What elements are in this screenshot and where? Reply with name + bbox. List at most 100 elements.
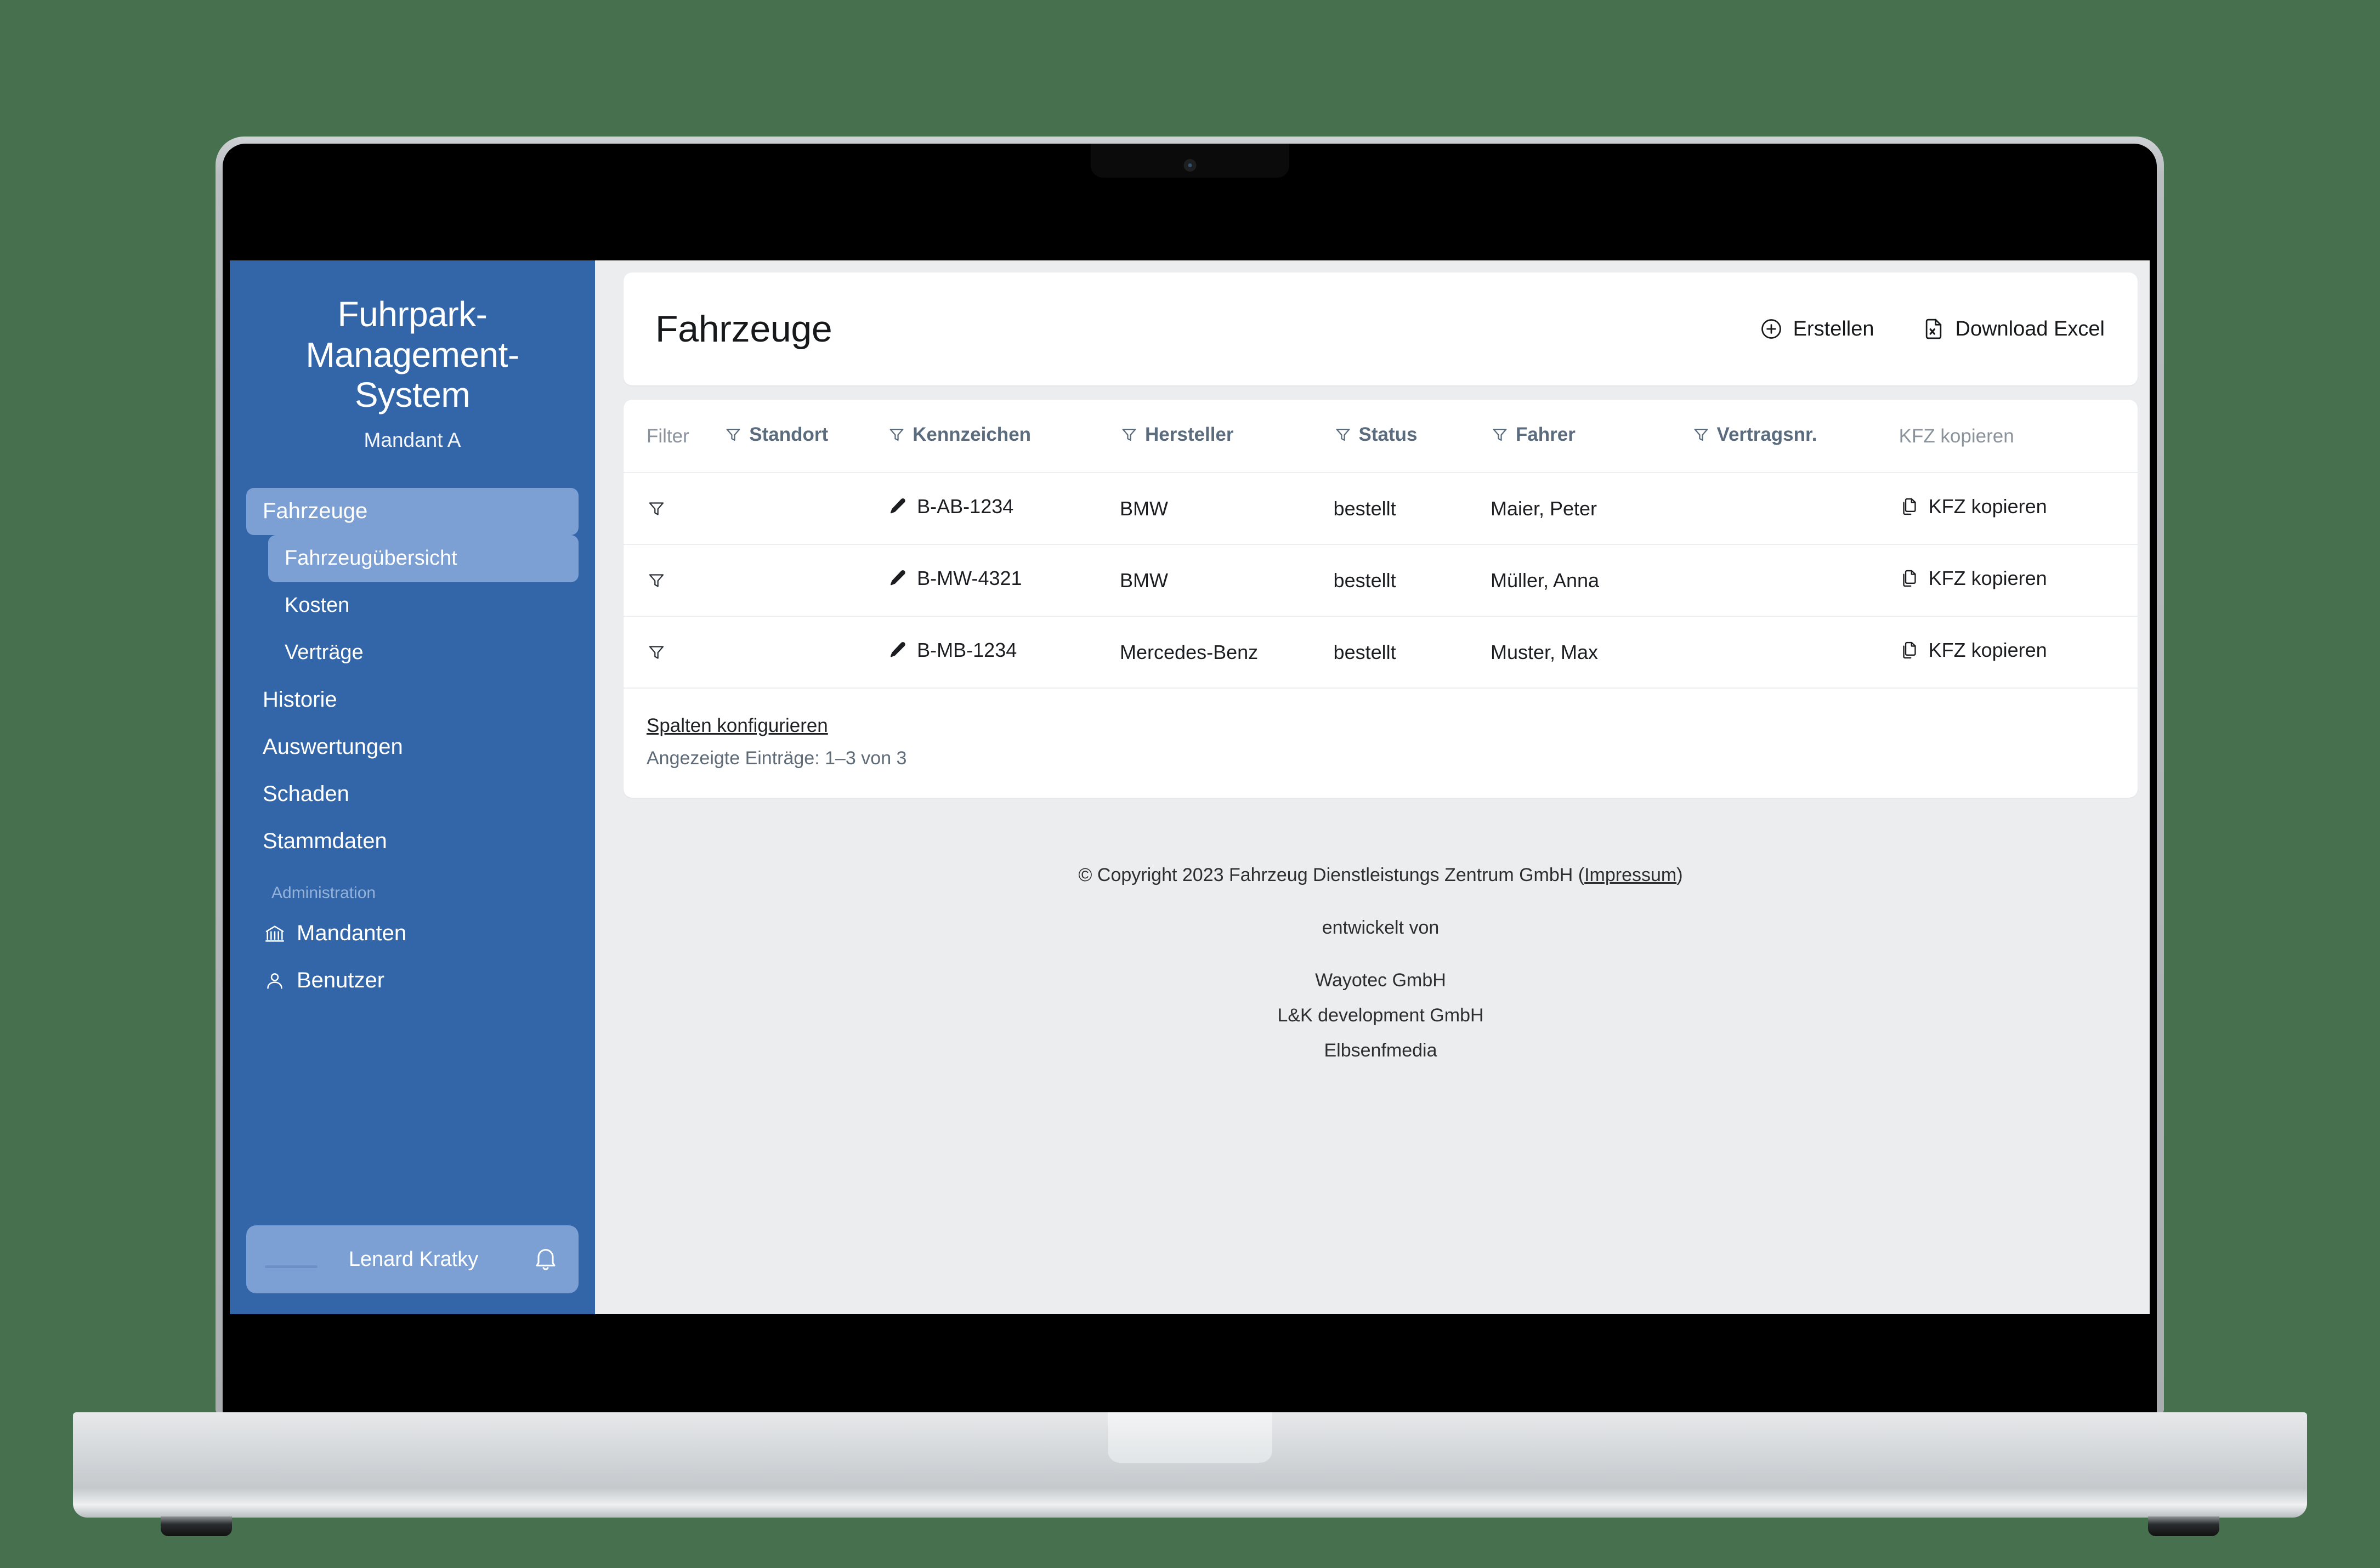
cell-hersteller: Mercedes-Benz bbox=[1120, 640, 1259, 663]
cell-standort bbox=[724, 544, 887, 616]
sidebar-item-fahrzeuge[interactable]: Fahrzeuge bbox=[246, 487, 579, 535]
sidebar-item-historie[interactable]: Historie bbox=[246, 677, 579, 724]
webcam-icon bbox=[1183, 159, 1196, 172]
table-body: B-AB-1234 BMW bestellt Maier, Peter KFZ … bbox=[624, 473, 2138, 688]
cell-kennzeichen[interactable]: B-MB-1234 bbox=[887, 616, 1120, 688]
sidebar-item-vertraege[interactable]: Verträge bbox=[268, 629, 579, 677]
copy-icon[interactable] bbox=[1899, 568, 1920, 589]
row-filter-cell[interactable] bbox=[624, 616, 724, 688]
filter-icon[interactable] bbox=[1692, 425, 1710, 444]
cell-fahrer: Müller, Anna bbox=[1490, 569, 1600, 592]
column-header-filter: Filter bbox=[624, 400, 724, 473]
cell-vertragsnr bbox=[1692, 544, 1899, 616]
sidebar-item-stammdaten[interactable]: Stammdaten bbox=[246, 818, 579, 865]
filter-icon[interactable] bbox=[1120, 425, 1138, 444]
sidebar-item-auswertungen[interactable]: Auswertungen bbox=[246, 724, 579, 771]
column-header-label: Filter bbox=[647, 425, 689, 447]
cell-kfz-kopieren[interactable]: KFZ kopieren bbox=[1899, 616, 2138, 688]
filter-icon[interactable] bbox=[1491, 425, 1509, 444]
sidebar-item-benutzer[interactable]: Benutzer bbox=[246, 957, 579, 1004]
filter-icon[interactable] bbox=[1334, 425, 1352, 444]
edit-pencil-icon[interactable] bbox=[887, 568, 908, 589]
create-button[interactable]: Erstellen bbox=[1759, 317, 1874, 341]
user-profile-card[interactable]: Lenard Kratky bbox=[246, 1225, 579, 1293]
sidebar-nav: Fahrzeuge Fahrzeugübersicht Kosten Vertr… bbox=[230, 487, 595, 1211]
column-header-label: Hersteller bbox=[1145, 424, 1234, 445]
cell-hersteller: BMW bbox=[1120, 569, 1169, 592]
download-excel-button[interactable]: Download Excel bbox=[1922, 317, 2105, 341]
configure-columns-link[interactable]: Spalten konfigurieren bbox=[647, 715, 828, 737]
cell-kfz-kopieren[interactable]: KFZ kopieren bbox=[1899, 544, 2138, 616]
developer-name: L&K development GmbH bbox=[1277, 1005, 1484, 1026]
page-footer: © Copyright 2023 Fahrzeug Dienstleistung… bbox=[624, 798, 2138, 1060]
column-header-status[interactable]: Status bbox=[1334, 400, 1491, 473]
column-header-hersteller[interactable]: Hersteller bbox=[1120, 400, 1334, 473]
cell-hersteller: BMW bbox=[1120, 497, 1169, 520]
kfz-kopieren-label: KFZ kopieren bbox=[1928, 639, 2047, 661]
cell-vertragsnr bbox=[1692, 473, 1899, 544]
row-filter-cell[interactable] bbox=[624, 544, 724, 616]
cell-fahrer: Muster, Max bbox=[1490, 640, 1599, 663]
brand-block: Fuhrpark-Management-System Mandant A bbox=[230, 260, 595, 452]
copy-icon[interactable] bbox=[1899, 496, 1920, 517]
edit-pencil-icon[interactable] bbox=[887, 640, 908, 661]
laptop-base-notch bbox=[1108, 1412, 1272, 1463]
sidebar-item-label: Historie bbox=[263, 688, 337, 712]
kennzeichen-value: B-AB-1234 bbox=[917, 495, 1014, 518]
column-header-kennzeichen[interactable]: Kennzeichen bbox=[887, 400, 1120, 473]
filter-icon[interactable] bbox=[887, 425, 906, 444]
copy-icon[interactable] bbox=[1899, 640, 1920, 661]
vehicles-table-card: Filter Standort Kennzeichen Hersteller S… bbox=[624, 400, 2138, 798]
row-filter-cell[interactable] bbox=[624, 473, 724, 544]
laptop-foot-left bbox=[161, 1516, 232, 1536]
cell-kfz-kopieren[interactable]: KFZ kopieren bbox=[1899, 473, 2138, 544]
filter-icon[interactable] bbox=[724, 425, 743, 444]
column-header-label: Fahrer bbox=[1515, 424, 1576, 445]
column-header-vertragsnr[interactable]: Vertragsnr. bbox=[1692, 400, 1899, 473]
table-header: Filter Standort Kennzeichen Hersteller S… bbox=[624, 400, 2138, 473]
developer-name: Wayotec GmbH bbox=[1315, 970, 1446, 991]
column-header-standort[interactable]: Standort bbox=[724, 400, 887, 473]
sidebar-item-label: Fahrzeugübersicht bbox=[285, 547, 457, 570]
cell-kennzeichen[interactable]: B-MW-4321 bbox=[887, 544, 1120, 616]
bell-icon[interactable] bbox=[531, 1245, 560, 1274]
sidebar-item-label: Verträge bbox=[285, 641, 364, 664]
table-row[interactable]: B-MW-4321 BMW bestellt Müller, Anna KFZ … bbox=[624, 544, 2138, 616]
filter-icon[interactable] bbox=[647, 499, 724, 519]
cell-status: bestellt bbox=[1333, 497, 1396, 520]
cell-standort bbox=[724, 616, 887, 688]
column-header-label: Vertragsnr. bbox=[1716, 424, 1817, 445]
copyright-suffix: ) bbox=[1676, 865, 1683, 885]
create-button-label: Erstellen bbox=[1793, 317, 1874, 340]
filter-icon[interactable] bbox=[647, 571, 724, 590]
column-header-fahrer[interactable]: Fahrer bbox=[1491, 400, 1692, 473]
cell-standort bbox=[724, 473, 887, 544]
kfz-kopieren-label: KFZ kopieren bbox=[1928, 495, 2047, 518]
sidebar-item-mandanten[interactable]: Mandanten bbox=[246, 910, 579, 957]
table-row[interactable]: B-AB-1234 BMW bestellt Maier, Peter KFZ … bbox=[624, 473, 2138, 544]
column-header-label: Kennzeichen bbox=[913, 424, 1032, 445]
impressum-link[interactable]: Impressum bbox=[1584, 865, 1676, 885]
filter-icon[interactable] bbox=[647, 643, 724, 662]
vehicles-table: Filter Standort Kennzeichen Hersteller S… bbox=[624, 400, 2138, 688]
app-viewport: Fuhrpark-Management-System Mandant A Fah… bbox=[230, 260, 2150, 1314]
sidebar-item-schaden[interactable]: Schaden bbox=[246, 771, 579, 818]
cell-kennzeichen[interactable]: B-AB-1234 bbox=[887, 473, 1120, 544]
copyright-line: © Copyright 2023 Fahrzeug Dienstleistung… bbox=[624, 866, 2138, 884]
sidebar-item-label: Stammdaten bbox=[263, 829, 387, 854]
bank-icon bbox=[263, 922, 287, 946]
table-row[interactable]: B-MB-1234 Mercedes-Benz bestellt Muster,… bbox=[624, 616, 2138, 688]
developer-name: Elbsenfmedia bbox=[1324, 1040, 1437, 1061]
sidebar-item-label: Mandanten bbox=[297, 921, 407, 946]
edit-pencil-icon[interactable] bbox=[887, 496, 908, 517]
page-title: Fahrzeuge bbox=[655, 308, 832, 350]
kennzeichen-value: B-MW-4321 bbox=[917, 567, 1022, 589]
sidebar-item-label: Kosten bbox=[285, 594, 350, 617]
main-content: Fahrzeuge Erstellen Download Excel Filte… bbox=[595, 260, 2150, 1314]
user-icon bbox=[263, 969, 287, 993]
sidebar-item-fahrzeanuebersicht[interactable]: Fahrzeugübersicht bbox=[268, 535, 579, 582]
laptop-foot-right bbox=[2148, 1516, 2219, 1536]
cell-status: bestellt bbox=[1333, 640, 1396, 663]
screen-notch bbox=[1090, 144, 1289, 178]
sidebar-item-kosten[interactable]: Kosten bbox=[268, 582, 579, 629]
